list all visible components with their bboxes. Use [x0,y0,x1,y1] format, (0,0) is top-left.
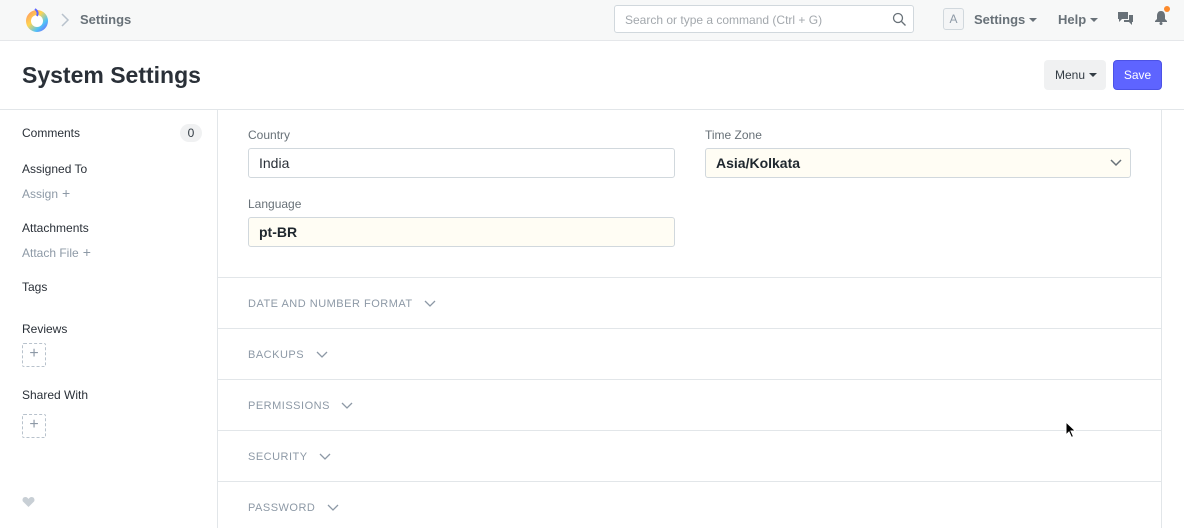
plus-icon: + [82,244,91,260]
section-date-and-number-format[interactable]: DATE AND NUMBER FORMAT [218,277,1161,328]
language-field[interactable]: pt-BR [248,217,675,247]
chevron-down-icon [341,402,353,409]
chevron-down-icon [327,504,339,511]
assign-link-label: Assign [22,187,59,201]
chevron-down-icon [319,453,331,460]
section-backups[interactable]: BACKUPS [218,328,1161,379]
shared-with-label: Shared With [22,388,89,402]
settings-dropdown[interactable]: Settings [974,12,1038,27]
section-title: PASSWORD [248,502,316,514]
timezone-select[interactable]: Asia/Kolkata [705,148,1131,178]
chevron-down-icon [316,351,328,358]
language-label: Language [248,197,302,211]
section-security[interactable]: SECURITY [218,430,1161,481]
attachments-label: Attachments [22,221,89,235]
mouse-cursor-icon [1065,421,1077,439]
caret-down-icon [1090,17,1099,22]
country-field[interactable]: India [248,148,675,178]
timezone-label: Time Zone [705,128,762,142]
settings-dropdown-label: Settings [974,12,1026,27]
section-title: BACKUPS [248,349,305,361]
help-dropdown[interactable]: Help [1058,12,1099,27]
section-password[interactable]: PASSWORD [218,481,1161,528]
bell-icon[interactable] [1154,10,1168,25]
page-title: System Settings [22,62,201,88]
tags-label: Tags [22,280,48,294]
menu-button[interactable]: Menu [1044,60,1106,90]
country-label: Country [248,128,291,142]
comments-count-badge: 0 [180,124,202,142]
save-button[interactable]: Save [1113,60,1162,90]
reviews-label: Reviews [22,322,68,336]
breadcrumb-settings[interactable]: Settings [80,12,131,27]
section-permissions[interactable]: PERMISSIONS [218,379,1161,430]
section-title: DATE AND NUMBER FORMAT [248,298,413,310]
comments-label[interactable]: Comments [22,126,80,140]
attach-file-link-label: Attach File [22,246,79,260]
navbar: Settings Search or type a command (Ctrl … [0,0,1184,41]
search-icon [892,12,906,26]
notification-dot [1164,6,1170,12]
chevron-down-icon [424,300,436,307]
assigned-to-label: Assigned To [22,162,88,176]
avatar[interactable]: A [943,8,964,30]
add-review-button[interactable]: + [22,343,46,367]
search-placeholder: Search or type a command (Ctrl + G) [625,13,823,27]
section-title: SECURITY [248,451,308,463]
heart-icon[interactable] [22,496,35,508]
chat-icon[interactable] [1117,11,1134,26]
caret-down-icon [1089,72,1098,77]
caret-down-icon [1029,17,1038,22]
section-title: PERMISSIONS [248,400,330,412]
app-logo-icon[interactable] [24,6,50,34]
search-input[interactable]: Search or type a command (Ctrl + G) [614,5,914,33]
assign-link[interactable]: Assign + [22,185,70,201]
plus-icon: + [62,185,71,201]
add-share-button[interactable]: + [22,414,46,438]
timezone-value: Asia/Kolkata [716,155,801,171]
menu-button-label: Menu [1055,68,1086,82]
help-dropdown-label: Help [1058,12,1087,27]
chevron-right-icon [61,13,70,27]
chevron-down-icon [1110,159,1122,167]
attach-file-link[interactable]: Attach File + [22,244,91,260]
